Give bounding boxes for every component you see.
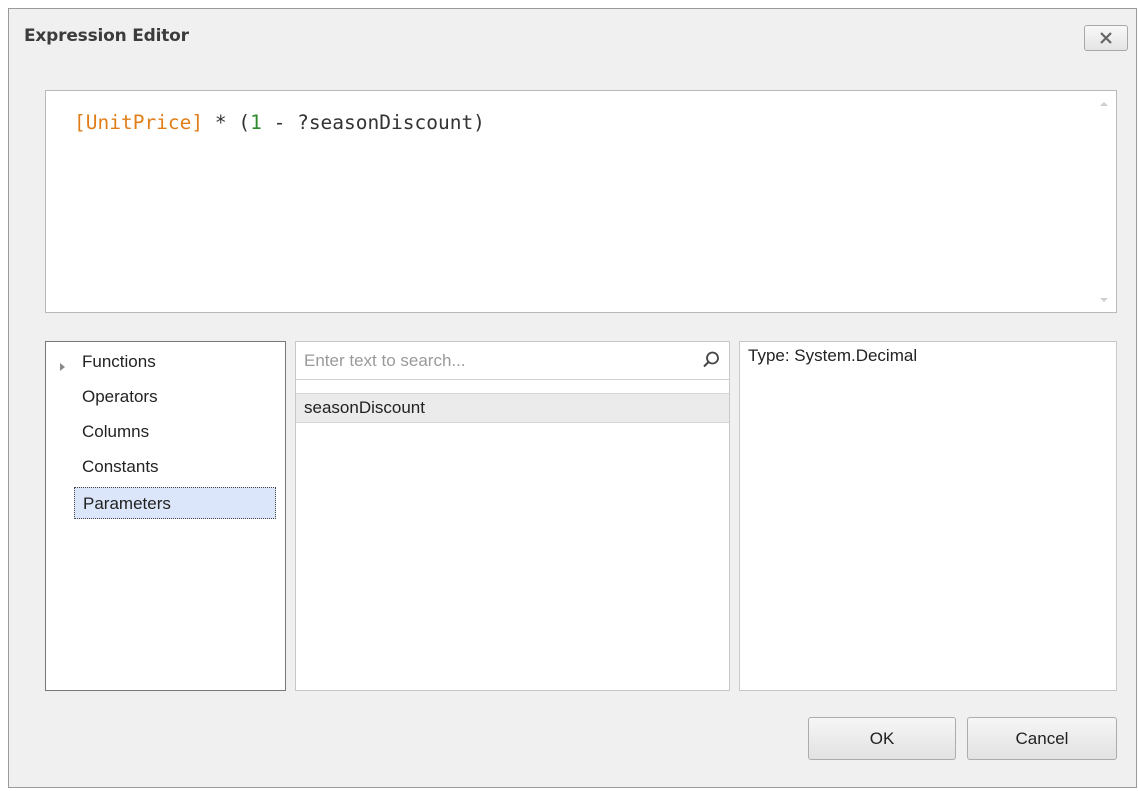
description-panel: Type: System.Decimal [739,341,1117,691]
scroll-up-arrow-icon[interactable] [1100,102,1108,106]
search-icon[interactable] [701,350,721,370]
expand-arrow-icon[interactable] [60,363,65,371]
parameter-token: - ?seasonDiscount) [261,111,485,134]
list-item-label: seasonDiscount [304,398,425,417]
close-x-icon [1100,32,1112,44]
category-parameters[interactable]: Parameters [74,487,276,519]
ok-button[interactable]: OK [808,717,956,760]
dialog-title: Expression Editor [24,26,189,46]
number-token: 1 [250,111,262,134]
category-functions[interactable]: Functions [82,346,156,378]
search-input[interactable]: Enter text to search... [296,342,729,380]
type-description: Type: System.Decimal [748,346,918,365]
search-placeholder: Enter text to search... [304,351,466,370]
expression-text: [UnitPrice] * (1 - ?seasonDiscount) [74,111,485,134]
category-tree: Functions Operators Columns Constants Pa… [45,341,286,691]
category-columns[interactable]: Columns [82,416,149,448]
column-token: [UnitPrice] [74,111,204,134]
expression-editor-dialog: Expression Editor [UnitPrice] * (1 - ?se… [8,8,1137,788]
scroll-down-arrow-icon[interactable] [1100,298,1108,302]
category-constants[interactable]: Constants [82,451,159,483]
editor-vertical-scrollbar[interactable] [1092,91,1116,312]
operator-token: * ( [203,111,251,134]
expression-text-editor[interactable]: [UnitPrice] * (1 - ?seasonDiscount) [45,90,1117,313]
list-item[interactable]: seasonDiscount [296,393,729,423]
item-list-panel: Enter text to search... seasonDiscount [295,341,730,691]
close-button[interactable] [1084,25,1128,51]
cancel-button[interactable]: Cancel [967,717,1117,760]
category-operators[interactable]: Operators [82,381,158,413]
